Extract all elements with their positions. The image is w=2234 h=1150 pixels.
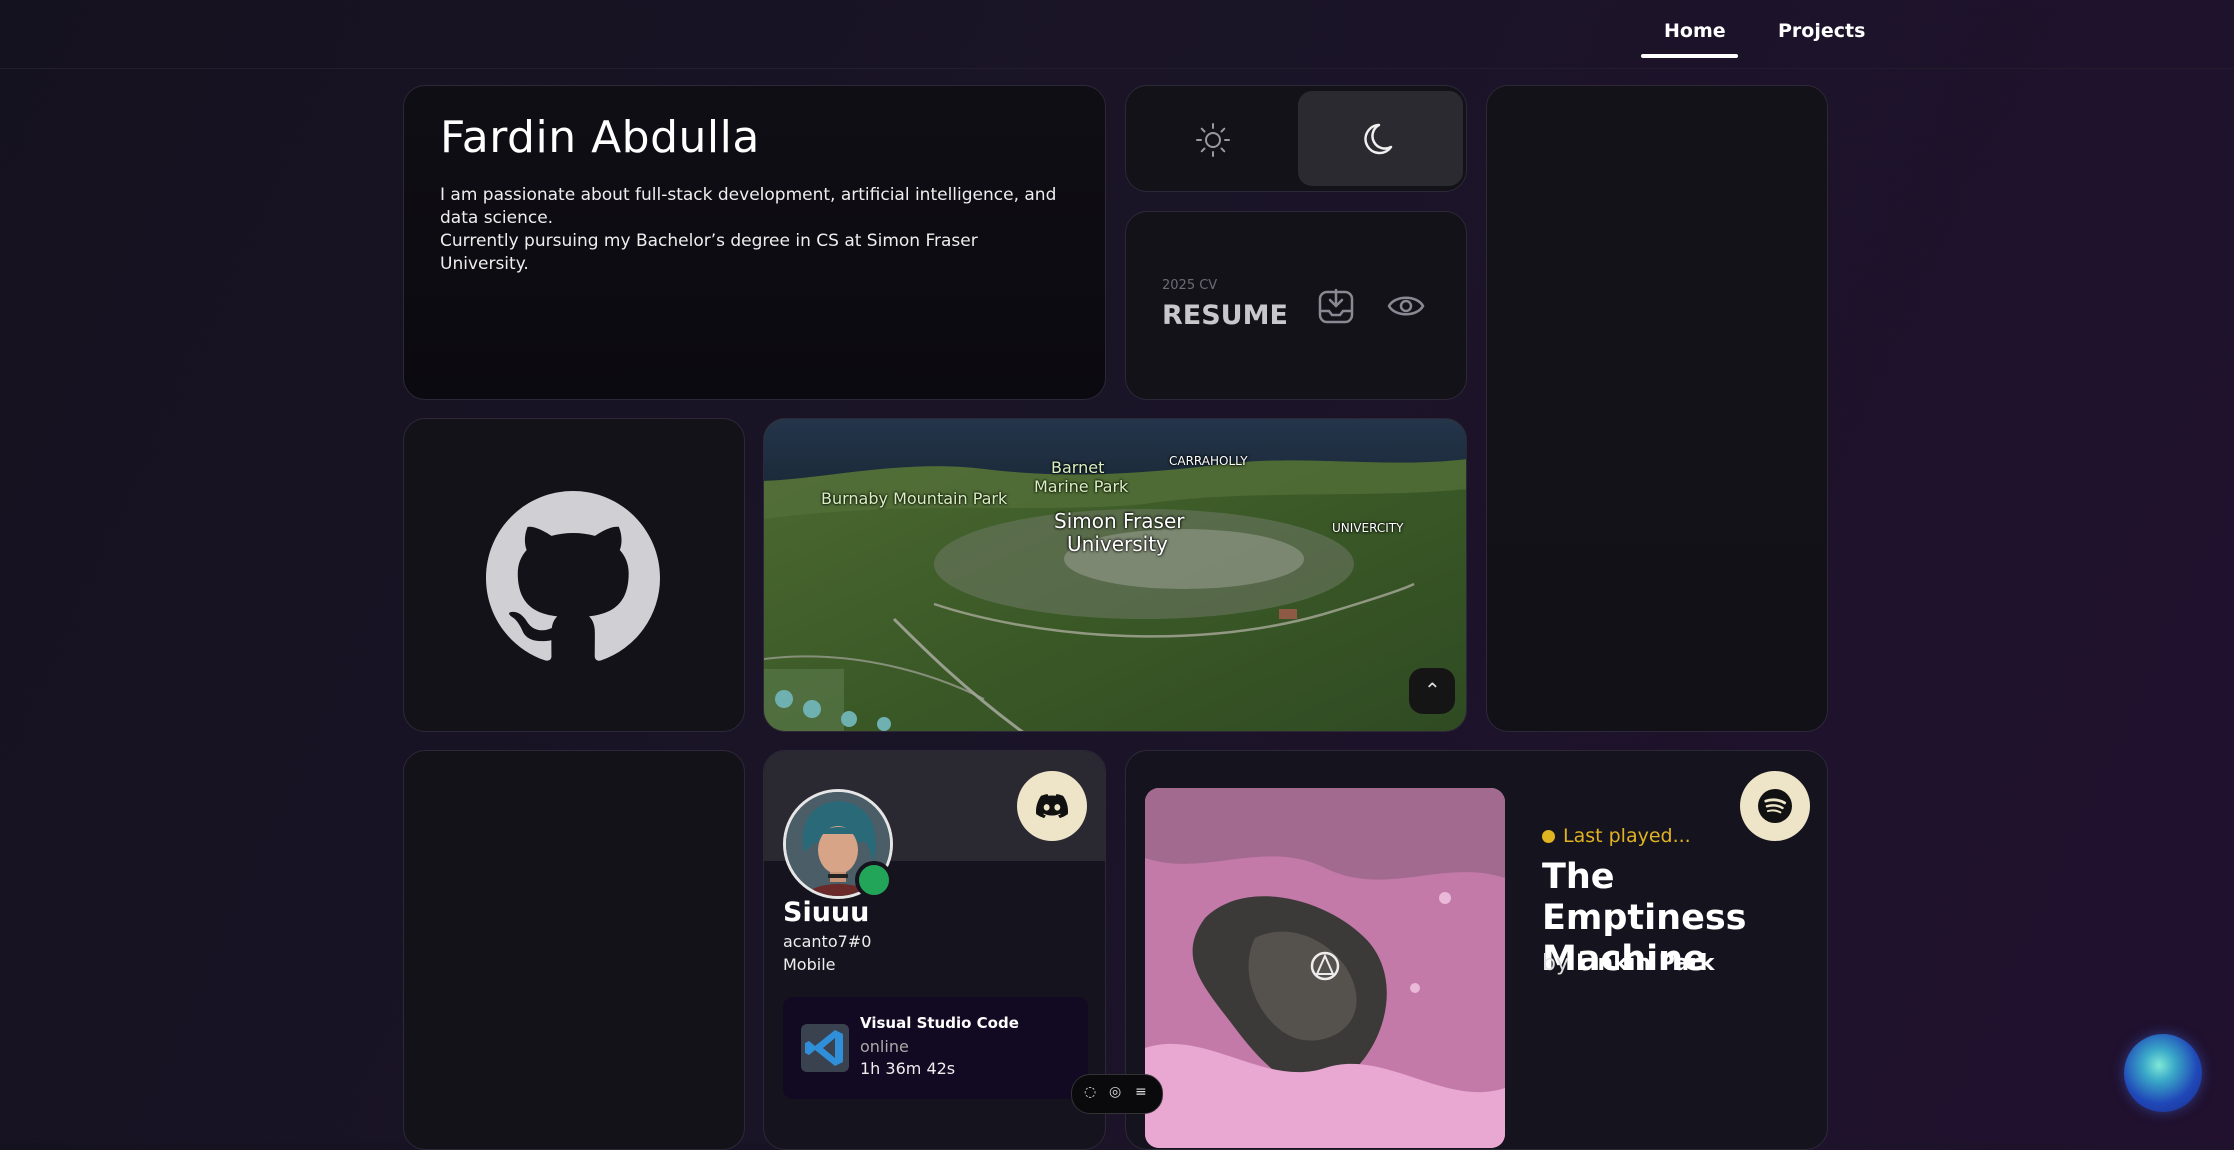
resume-subtitle: 2025 CV	[1162, 278, 1218, 293]
spotify-button[interactable]	[1740, 771, 1810, 841]
nav-active-indicator	[1641, 54, 1738, 58]
discord-username: Siuuu	[783, 897, 870, 928]
vscode-icon	[801, 1024, 849, 1072]
eye-icon[interactable]	[1387, 287, 1425, 325]
assistant-orb[interactable]	[2124, 1034, 2202, 1112]
map-label-carraholly: CARRAHOLLY	[1169, 454, 1248, 468]
nav-home-link[interactable]: Home	[1664, 20, 1726, 42]
intro-line-1: I am passionate about full-stack develop…	[440, 185, 1057, 228]
last-played-text: Last played...	[1563, 825, 1691, 847]
theme-toggle	[1125, 85, 1467, 192]
discord-card: Siuuu acanto7#0 Mobile Visual Studio Cod…	[763, 750, 1106, 1150]
map-label-barnet-2: Marine Park	[1034, 477, 1129, 496]
activity-status: online	[860, 1037, 909, 1056]
github-card[interactable]	[403, 418, 745, 732]
spotify-icon	[1758, 789, 1792, 823]
sun-icon[interactable]	[1194, 121, 1232, 159]
placeholder-card-left	[403, 750, 745, 1150]
placeholder-card-right	[1486, 85, 1828, 732]
resume-card: 2025 CV RESUME	[1125, 211, 1467, 400]
discord-icon	[1036, 794, 1068, 819]
github-icon	[486, 491, 660, 661]
spotify-card: Last played... The Emptiness Machine by …	[1125, 750, 1828, 1150]
online-status-indicator	[855, 861, 893, 899]
playing-dot	[1542, 830, 1555, 843]
intro-line-2: Currently pursuing my Bachelor’s degree …	[440, 231, 978, 274]
dark-mode-button[interactable]	[1298, 91, 1463, 186]
resume-title: RESUME	[1162, 300, 1288, 331]
artist-prefix: by	[1542, 951, 1569, 976]
intro-text: I am passionate about full-stack develop…	[440, 184, 1060, 276]
activity-elapsed: 1h 36m 42s	[860, 1059, 956, 1078]
page-title: Fardin Abdulla	[440, 112, 760, 163]
menu-icon[interactable]: ≡	[1135, 1084, 1147, 1100]
nav-projects-link[interactable]: Projects	[1778, 20, 1865, 42]
discord-tag: acanto7#0	[783, 932, 872, 951]
discord-button[interactable]	[1017, 771, 1087, 841]
comment-icon[interactable]: ◌	[1084, 1084, 1096, 1100]
last-played-label: Last played...	[1542, 825, 1691, 847]
top-nav: Home Projects	[0, 0, 2234, 69]
satellite-map	[764, 419, 1466, 731]
map-label-barnet: Barnet	[1051, 458, 1105, 477]
download-icon[interactable]	[1317, 287, 1355, 325]
moon-icon	[1364, 123, 1393, 155]
view-icon[interactable]: ◎	[1109, 1084, 1121, 1100]
album-cover[interactable]	[1145, 788, 1505, 1148]
map-collapse-button[interactable]: ⌃	[1409, 668, 1455, 714]
map-label-sfu: Simon Fraser	[1054, 509, 1185, 533]
map-label-burnaby: Burnaby Mountain Park	[821, 489, 1008, 508]
song-artist: by Linkin Park	[1542, 951, 1715, 976]
discord-activity: Visual Studio Code online 1h 36m 42s	[783, 997, 1088, 1099]
artist-name[interactable]: Linkin Park	[1576, 951, 1715, 976]
map-label-sfu-2: University	[1067, 532, 1168, 556]
floating-toolbar: ◌ ◎ ≡	[1071, 1074, 1163, 1114]
intro-card: Fardin Abdulla I am passionate about ful…	[403, 85, 1106, 400]
map-card[interactable]: Burnaby Mountain Park Barnet Marine Park…	[763, 418, 1467, 732]
activity-name: Visual Studio Code	[860, 1014, 1019, 1032]
chevron-up-icon: ⌃	[1424, 678, 1441, 702]
discord-device: Mobile	[783, 955, 836, 974]
map-label-univercity: UNIVERCITY	[1332, 521, 1404, 535]
